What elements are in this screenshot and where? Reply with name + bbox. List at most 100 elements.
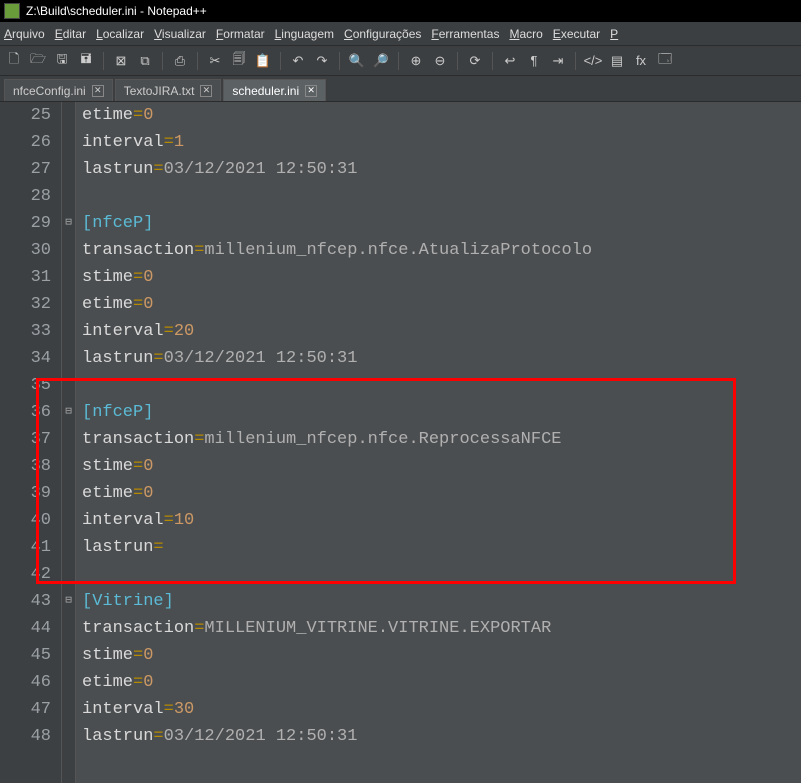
fold-handle — [62, 345, 75, 372]
code-line[interactable]: interval=20 — [82, 318, 801, 345]
code-line[interactable]: transaction=millenium_nfcep.nfce.Atualiz… — [82, 237, 801, 264]
code-line[interactable]: transaction=MILLENIUM_VITRINE.VITRINE.EX… — [82, 615, 801, 642]
title-bar: Z:\Build\scheduler.ini - Notepad++ — [0, 0, 801, 22]
sync-icon[interactable]: ⟳ — [465, 51, 485, 71]
fold-handle[interactable]: ⊟ — [62, 399, 75, 426]
fold-handle — [62, 264, 75, 291]
menu-macro[interactable]: Macro — [509, 27, 542, 41]
fold-handle — [62, 615, 75, 642]
fold-handle — [62, 561, 75, 588]
toolbar-separator — [162, 52, 163, 70]
menu-arquivo[interactable]: Arquivo — [4, 27, 45, 41]
zoom-in-icon[interactable]: ⊕ — [406, 51, 426, 71]
open-file-icon[interactable]: 🗁 — [28, 51, 48, 71]
doc-map-icon[interactable]: ▤ — [607, 51, 627, 71]
code-line[interactable] — [82, 372, 801, 399]
function-list-icon[interactable]: fx — [631, 51, 651, 71]
code-line[interactable]: lastrun=03/12/2021 12:50:31 — [82, 156, 801, 183]
code-line[interactable]: etime=0 — [82, 480, 801, 507]
menu-executar[interactable]: Executar — [553, 27, 600, 41]
redo-icon[interactable]: ↷ — [312, 51, 332, 71]
code-line[interactable]: stime=0 — [82, 642, 801, 669]
code-line[interactable]: interval=1 — [82, 129, 801, 156]
code-line[interactable]: etime=0 — [82, 291, 801, 318]
copy-icon[interactable]: 🗐 — [229, 51, 249, 71]
editor: 2526272829303132333435363738394041424344… — [0, 102, 801, 783]
find-icon[interactable]: 🔍 — [347, 51, 367, 71]
menu-ferramentas[interactable]: Ferramentas — [431, 27, 499, 41]
line-number: 29 — [0, 210, 51, 237]
close-icon[interactable]: ⊠ — [111, 51, 131, 71]
menu-visualizar[interactable]: Visualizar — [154, 27, 206, 41]
code-line[interactable]: lastrun= — [82, 534, 801, 561]
folder-view-icon[interactable]: 🗔 — [655, 51, 675, 71]
code-line[interactable]: lastrun=03/12/2021 12:50:31 — [82, 723, 801, 750]
undo-icon[interactable]: ↶ — [288, 51, 308, 71]
line-number: 40 — [0, 507, 51, 534]
code-line[interactable]: [Vitrine] — [82, 588, 801, 615]
line-number: 36 — [0, 399, 51, 426]
fold-handle — [62, 102, 75, 129]
paste-icon[interactable]: 📋 — [253, 51, 273, 71]
save-all-icon[interactable]: 🖬 — [76, 51, 96, 71]
replace-icon[interactable]: 🔎 — [371, 51, 391, 71]
tab-close-icon[interactable]: ✕ — [305, 85, 317, 97]
toolbar-separator — [197, 52, 198, 70]
fold-handle[interactable]: ⊟ — [62, 210, 75, 237]
tab-close-icon[interactable]: ✕ — [92, 85, 104, 97]
print-icon[interactable]: ⎙ — [170, 51, 190, 71]
code-area[interactable]: etime=0interval=1lastrun=03/12/2021 12:5… — [76, 102, 801, 783]
fold-handle — [62, 534, 75, 561]
code-line[interactable] — [82, 561, 801, 588]
line-number: 27 — [0, 156, 51, 183]
line-number: 48 — [0, 723, 51, 750]
code-line[interactable]: interval=30 — [82, 696, 801, 723]
code-line[interactable]: lastrun=03/12/2021 12:50:31 — [82, 345, 801, 372]
show-all-chars-icon[interactable]: ¶ — [524, 51, 544, 71]
line-number: 32 — [0, 291, 51, 318]
app-icon — [4, 3, 20, 19]
tab-label: scheduler.ini — [232, 84, 299, 98]
menu-localizar[interactable]: Localizar — [96, 27, 144, 41]
close-all-icon[interactable]: ⧉ — [135, 51, 155, 71]
code-line[interactable]: interval=10 — [82, 507, 801, 534]
new-file-icon[interactable]: 🗋 — [4, 51, 24, 71]
menu-plugins[interactable]: P — [610, 27, 618, 41]
menu-editar[interactable]: Editar — [55, 27, 86, 41]
toolbar-separator — [575, 52, 576, 70]
window-title: Z:\Build\scheduler.ini - Notepad++ — [26, 4, 207, 18]
cut-icon[interactable]: ✂ — [205, 51, 225, 71]
menu-formatar[interactable]: Formatar — [216, 27, 265, 41]
toolbar-separator — [339, 52, 340, 70]
fold-handle — [62, 372, 75, 399]
fold-handle — [62, 426, 75, 453]
tab-textojira-txt[interactable]: TextoJIRA.txt✕ — [115, 79, 222, 101]
line-number: 37 — [0, 426, 51, 453]
code-line[interactable]: stime=0 — [82, 453, 801, 480]
code-line[interactable] — [82, 183, 801, 210]
code-line[interactable]: transaction=millenium_nfcep.nfce.Reproce… — [82, 426, 801, 453]
tab-nfceconfig-ini[interactable]: nfceConfig.ini✕ — [4, 79, 113, 101]
menu-configuracoes[interactable]: Configurações — [344, 27, 421, 41]
line-number-gutter: 2526272829303132333435363738394041424344… — [0, 102, 62, 783]
tab-close-icon[interactable]: ✕ — [200, 85, 212, 97]
zoom-out-icon[interactable]: ⊖ — [430, 51, 450, 71]
line-number: 31 — [0, 264, 51, 291]
code-line[interactable]: [nfceP] — [82, 210, 801, 237]
line-number: 42 — [0, 561, 51, 588]
save-icon[interactable]: 🖫 — [52, 51, 72, 71]
menu-linguagem[interactable]: Linguagem — [275, 27, 334, 41]
line-number: 34 — [0, 345, 51, 372]
wordwrap-icon[interactable]: ↩ — [500, 51, 520, 71]
toolbar-separator — [280, 52, 281, 70]
code-line[interactable]: etime=0 — [82, 102, 801, 129]
toolbar-separator — [457, 52, 458, 70]
fold-column: ⊟ ⊟ ⊟ — [62, 102, 76, 783]
code-line[interactable]: [nfceP] — [82, 399, 801, 426]
code-line[interactable]: etime=0 — [82, 669, 801, 696]
tab-scheduler-ini[interactable]: scheduler.ini ✕ — [223, 79, 326, 101]
code-line[interactable]: stime=0 — [82, 264, 801, 291]
fold-handle[interactable]: ⊟ — [62, 588, 75, 615]
indent-guide-icon[interactable]: ⇥ — [548, 51, 568, 71]
code-icon[interactable]: </> — [583, 51, 603, 71]
